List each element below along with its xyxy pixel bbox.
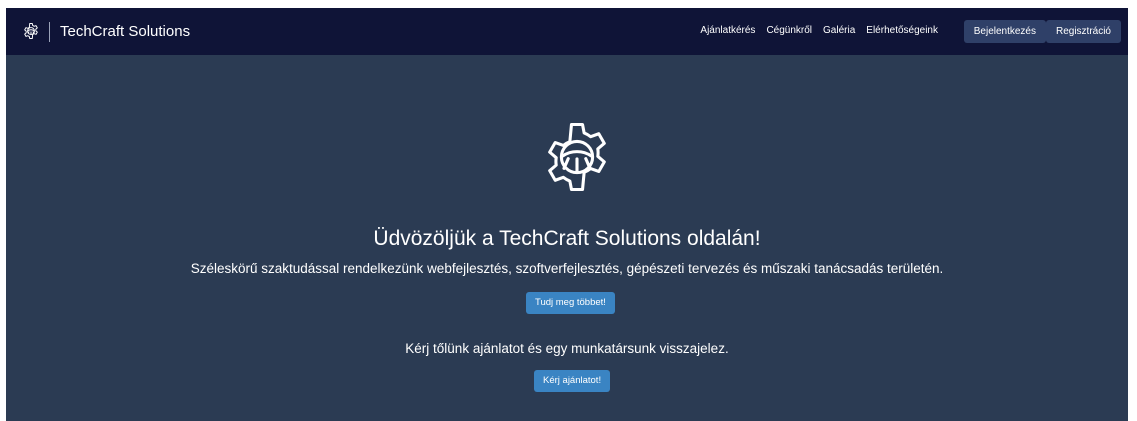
nav-link-about[interactable]: Cégünkről [766,25,812,36]
nav-links: Ajánlatkérés Cégünkről Galéria Elérhetős… [700,25,938,36]
brand-divider [49,22,50,42]
hero-title: Üdvözöljük a TechCraft Solutions oldalán… [373,227,761,250]
nav-link-contact[interactable]: Elérhetőségeink [866,25,938,36]
hero-subtitle: Széleskörű szaktudással rendelkezünk web… [190,261,944,276]
brand-name[interactable]: TechCraft Solutions [60,23,190,40]
page-frame: TechCraft Solutions Ajánlatkérés Cégünkr… [6,8,1128,421]
nav-link-gallery[interactable]: Galéria [823,25,855,36]
offer-text: Kérj tőlünk ajánlatot és egy munkatársun… [405,341,729,356]
navbar: TechCraft Solutions Ajánlatkérés Cégünkr… [6,8,1128,55]
register-button[interactable]: Regisztráció [1045,20,1121,43]
login-button[interactable]: Bejelentkezés [963,20,1046,43]
request-offer-button[interactable]: Kérj ajánlatot! [534,370,611,392]
nav-link-offer-request[interactable]: Ajánlatkérés [700,25,755,36]
gear-icon [548,122,606,192]
learn-more-button[interactable]: Tudj meg többet! [526,292,615,314]
gear-icon[interactable] [22,22,40,40]
